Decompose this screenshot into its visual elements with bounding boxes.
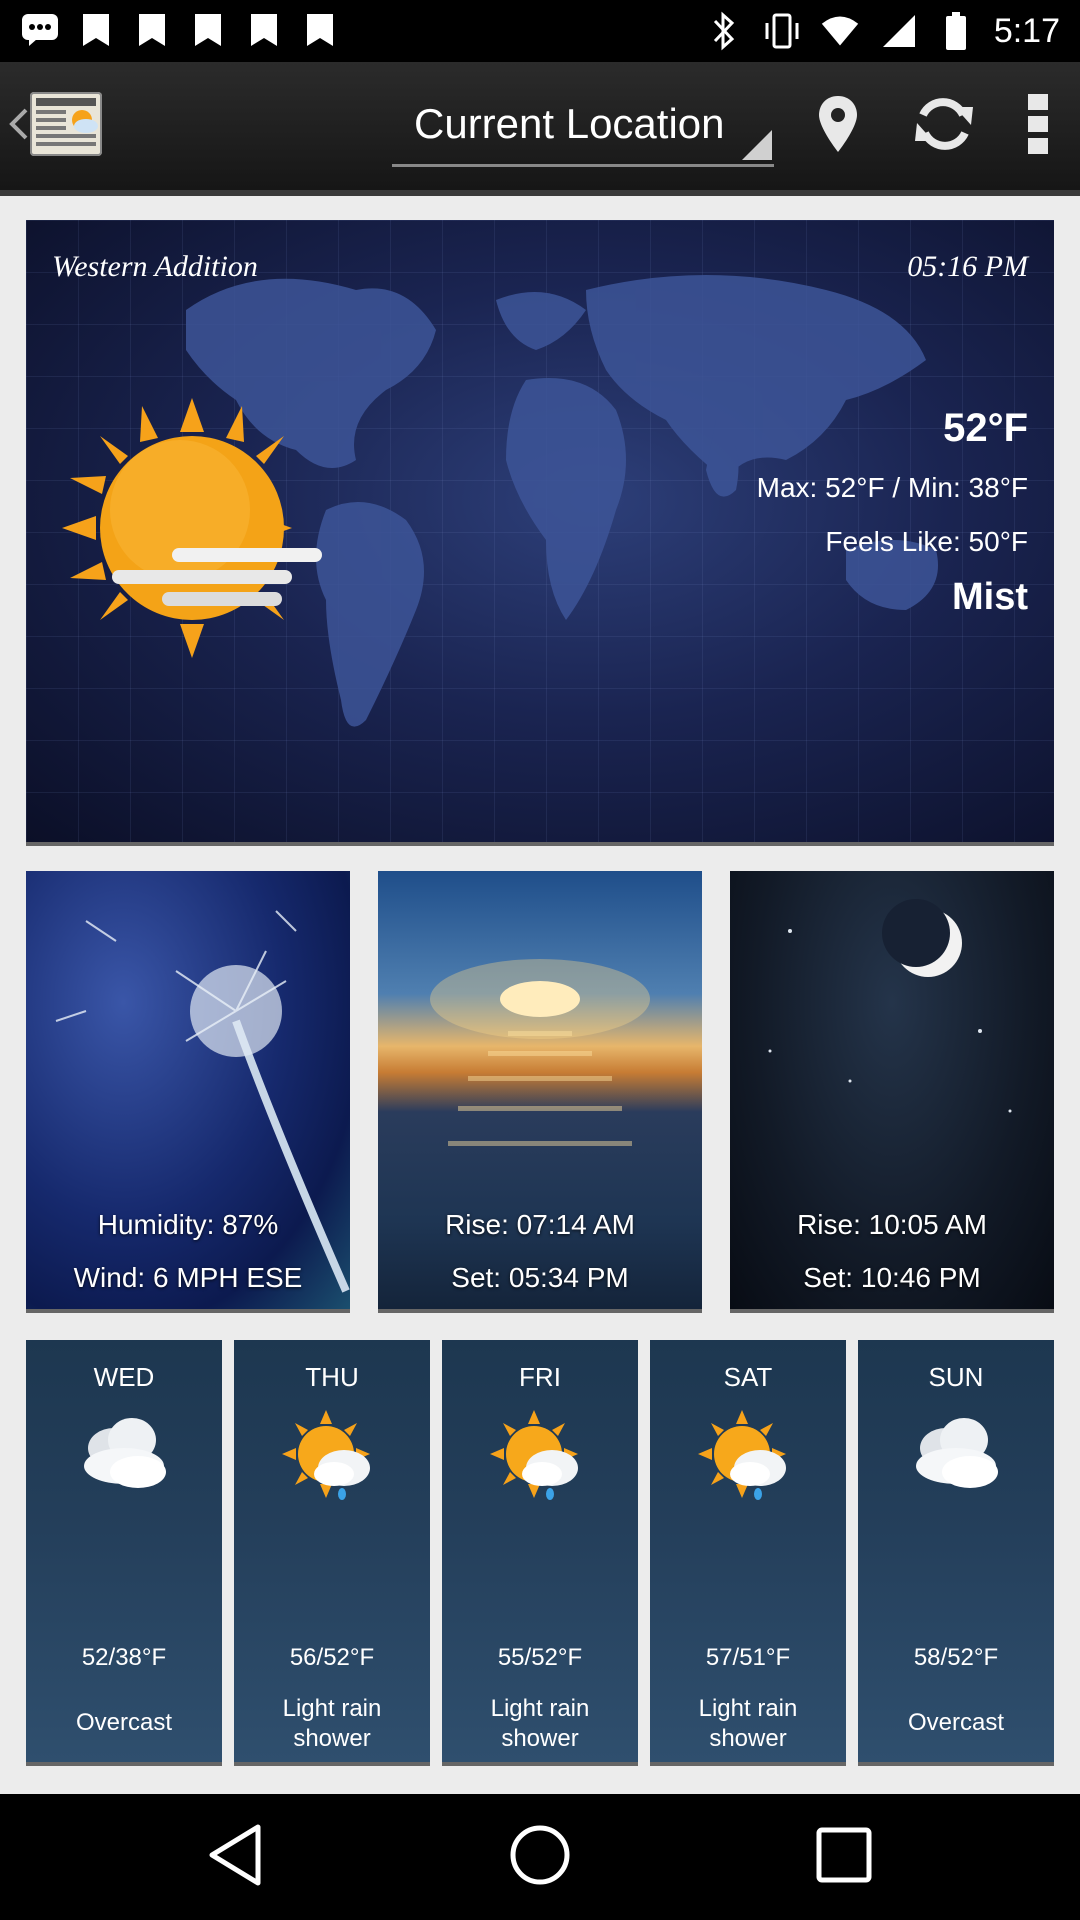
vibrate-icon: [762, 11, 802, 51]
sun-rain-icon: [698, 1410, 798, 1511]
location-name: Western Addition: [52, 250, 258, 283]
sunrise-label: Rise: 07:14 AM: [445, 1209, 635, 1240]
location-pin-icon: [816, 94, 860, 159]
app-bar: Current Location: [0, 62, 1080, 196]
forecast-desc: Light rain shower: [282, 1695, 382, 1752]
recents-icon: [814, 1825, 874, 1890]
forecast-desc: Overcast: [907, 1709, 1005, 1736]
app-logo[interactable]: [30, 92, 102, 156]
photo-icon: [188, 10, 228, 50]
sunset-label: Set: 05:34 PM: [451, 1262, 629, 1293]
clock: 5:17: [993, 12, 1060, 50]
forecast-desc: Light rain shower: [698, 1695, 798, 1752]
forecast-temps: 57/51°F: [705, 1644, 791, 1671]
forecast-day-sat[interactable]: SAT 57/51°F Light rain shower: [650, 1340, 846, 1766]
cloud-icon: [906, 1410, 1006, 1505]
photo-icon: [132, 10, 172, 50]
max-min-temperature: Max: 52°F / Min: 38°F: [756, 472, 1028, 503]
forecast-day-sun[interactable]: SUN 58/52°F Overcast: [858, 1340, 1054, 1766]
photo-icon: [76, 10, 116, 50]
wind-label: Wind: 6 MPH ESE: [73, 1262, 303, 1293]
sun-rain-icon: [490, 1410, 590, 1511]
location-dropdown[interactable]: Current Location: [392, 88, 774, 167]
sun-fog-icon: [62, 398, 326, 663]
current-temperature: 52°F: [943, 406, 1028, 450]
sunrise-sunset-tile[interactable]: Rise: 07:14 AM Set: 05:34 PM: [378, 871, 702, 1313]
humidity-label: Humidity: 87%: [97, 1209, 279, 1240]
current-conditions-card: Western Addition 05:16 PM 52°F Max: 52°F…: [26, 220, 1054, 846]
forecast-day-thu[interactable]: THU 56/52°F Light rain shower: [234, 1340, 430, 1766]
cloud-icon: [74, 1410, 174, 1505]
humidity-wind-tile[interactable]: Humidity: 87% Wind: 6 MPH ESE: [26, 871, 350, 1313]
photo-icon: [300, 10, 340, 50]
moonset-label: Set: 10:46 PM: [803, 1262, 981, 1293]
chevron-left-icon[interactable]: [8, 106, 30, 147]
forecast-day-name: FRI: [519, 1362, 561, 1392]
nav-back-button[interactable]: [198, 1819, 274, 1895]
forecast-temps: 55/52°F: [497, 1644, 583, 1671]
forecast-day-fri[interactable]: FRI 55/52°F Light rain shower: [442, 1340, 638, 1766]
forecast-desc: Overcast: [75, 1709, 173, 1736]
wifi-icon: [820, 11, 860, 51]
overflow-menu-icon: [1023, 92, 1053, 161]
overflow-menu-button[interactable]: [998, 86, 1078, 166]
home-icon: [508, 1823, 572, 1892]
sun-rain-icon: [282, 1410, 382, 1511]
forecast-day-name: SAT: [723, 1362, 773, 1392]
nav-recents-button[interactable]: [806, 1819, 882, 1895]
observation-time: 05:16 PM: [907, 250, 1028, 283]
chat-bubble-icon: [20, 10, 60, 50]
feels-like: Feels Like: 50°F: [825, 526, 1028, 557]
location-dropdown-label: Current Location: [414, 100, 725, 147]
forecast-day-name: THU: [305, 1362, 359, 1392]
moonrise-moonset-tile[interactable]: Rise: 10:05 AM Set: 10:46 PM: [730, 871, 1054, 1313]
notification-icons: [20, 10, 340, 50]
forecast-day-wed[interactable]: WED 52/38°F Overcast: [26, 1340, 222, 1766]
signal-icon: [878, 11, 918, 51]
battery-icon: [936, 11, 976, 51]
dandelion-image: [55, 910, 350, 1293]
system-icons: 5:17: [704, 8, 1060, 54]
dropdown-corner-icon: [742, 130, 772, 160]
weather-condition: Mist: [952, 576, 1028, 618]
moon-image: [768, 899, 1012, 1113]
forecast-desc: Light rain shower: [490, 1695, 590, 1752]
sunset-image: [430, 959, 650, 1146]
back-icon: [206, 1823, 266, 1892]
location-pin-button[interactable]: [798, 86, 878, 166]
forecast-temps: 56/52°F: [289, 1644, 375, 1671]
refresh-button[interactable]: [904, 86, 984, 166]
forecast-temps: 52/38°F: [81, 1644, 167, 1671]
status-bar: 5:17: [0, 0, 1080, 62]
refresh-icon: [911, 93, 977, 160]
nav-home-button[interactable]: [502, 1819, 578, 1895]
forecast-day-name: SUN: [928, 1362, 984, 1392]
photo-icon: [244, 10, 284, 50]
forecast-temps: 58/52°F: [913, 1644, 999, 1671]
forecast-day-name: WED: [93, 1362, 155, 1392]
bluetooth-icon: [704, 11, 744, 51]
moonrise-label: Rise: 10:05 AM: [797, 1209, 987, 1240]
navigation-bar: [0, 1794, 1080, 1920]
